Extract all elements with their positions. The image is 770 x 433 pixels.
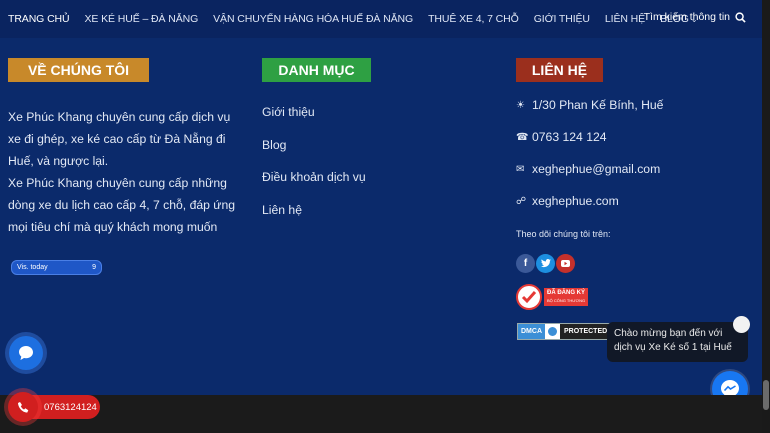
nav-item-van-chuyen[interactable]: VẬN CHUYỂN HÀNG HÓA HUẾ ĐÀ NẴNG xyxy=(213,13,413,25)
twitter-icon[interactable] xyxy=(536,254,555,273)
link-icon: ☍ xyxy=(516,195,527,207)
about-paragraph-1: Xe Phúc Khang chuyên cung cấp dịch vụ xe… xyxy=(8,110,231,168)
nav-item-home[interactable]: TRANG CHỦ xyxy=(8,13,70,25)
about-paragraph-2: Xe Phúc Khang chuyên cung cấp những dòng… xyxy=(8,176,236,234)
about-heading: VỀ CHÚNG TÔI xyxy=(8,58,149,82)
category-list: Giới thiệu Blog Điều khoản dịch vụ Liên … xyxy=(262,102,366,232)
contact-phone[interactable]: ☎ 0763 124 124 xyxy=(516,130,607,144)
contact-email[interactable]: ✉ xeghephue@gmail.com xyxy=(516,162,660,176)
category-link-blog[interactable]: Blog xyxy=(262,135,366,168)
zalo-button[interactable] xyxy=(9,336,43,370)
category-link-lien-he[interactable]: Liên hệ xyxy=(262,200,366,233)
phone-icon xyxy=(17,401,28,413)
registered-badge-subtitle: BỘ CÔNG THƯƠNG xyxy=(547,298,586,303)
sun-icon: ☀ xyxy=(516,99,525,111)
categories-heading: DANH MỤC xyxy=(262,58,371,82)
follow-label: Theo dõi chúng tôi trên: xyxy=(516,229,611,239)
nav-item-xe-ke[interactable]: XE KÉ HUẾ – ĐÀ NẴNG xyxy=(85,13,199,25)
chat-tooltip: Chào mừng bạn đến với dịch vụ Xe Ké số 1… xyxy=(607,322,748,362)
scrollbar-thumb[interactable] xyxy=(763,380,769,410)
search-label: Tìm kiếm thông tin xyxy=(643,11,730,23)
contact-address: ☀ 1/30 Phan Kế Bính, Huế xyxy=(516,98,663,112)
top-navigation: TRANG CHỦ XE KÉ HUẾ – ĐÀ NẴNG VẬN CHUYỂN… xyxy=(0,0,762,38)
social-links: f xyxy=(516,254,576,273)
facebook-icon[interactable]: f xyxy=(516,254,535,273)
scrollbar[interactable] xyxy=(762,0,770,433)
contact-website-text: xeghephue.com xyxy=(532,194,619,208)
visit-counter: Vis. today 9 xyxy=(11,260,102,275)
visit-counter-value: 9 xyxy=(92,264,96,271)
registered-badge-title: ĐÃ ĐĂNG KÝ xyxy=(547,290,586,296)
search-button[interactable]: Tìm kiếm thông tin xyxy=(644,11,746,23)
nav-item-thue-xe[interactable]: THUÊ XE 4, 7 CHỖ xyxy=(428,13,519,25)
contact-heading: LIÊN HỆ xyxy=(516,58,603,82)
contact-email-text: xeghephue@gmail.com xyxy=(532,162,661,176)
registered-badge[interactable]: ĐÃ ĐĂNG KÝ BỘ CÔNG THƯƠNG xyxy=(516,284,589,310)
dmca-badge-right: PROTECTED xyxy=(560,324,612,339)
nav-item-lien-he[interactable]: LIÊN HỆ xyxy=(605,13,645,25)
call-icon-button[interactable] xyxy=(8,392,38,422)
visit-counter-label: Vis. today xyxy=(17,264,48,271)
contact-website[interactable]: ☍ xeghephue.com xyxy=(516,194,619,208)
search-icon xyxy=(735,11,746,23)
email-icon: ✉ xyxy=(516,163,525,175)
about-text: Xe Phúc Khang chuyên cung cấp dịch vụ xe… xyxy=(8,106,246,238)
dmca-badge-left: DMCA xyxy=(518,324,545,339)
category-link-dieu-khoan[interactable]: Điều khoản dịch vụ xyxy=(262,167,366,200)
contact-address-text: 1/30 Phan Kế Bính, Huế xyxy=(532,98,664,112)
checkmark-icon xyxy=(516,284,542,310)
call-number: 0763124124 xyxy=(44,401,97,413)
zalo-icon xyxy=(19,346,33,360)
contact-phone-text: 0763 124 124 xyxy=(532,130,607,144)
dmca-badge[interactable]: DMCA PROTECTED xyxy=(517,323,613,340)
youtube-icon[interactable] xyxy=(556,254,575,273)
phone-icon: ☎ xyxy=(516,131,529,143)
lock-icon xyxy=(548,327,557,336)
bottom-bar xyxy=(0,395,762,433)
tooltip-close-button[interactable] xyxy=(733,316,750,333)
registered-badge-label: ĐÃ ĐĂNG KÝ BỘ CÔNG THƯƠNG xyxy=(544,288,589,306)
category-link-gioi-thieu[interactable]: Giới thiệu xyxy=(262,102,366,135)
nav-item-gioi-thieu[interactable]: GIỚI THIỆU xyxy=(534,13,590,25)
